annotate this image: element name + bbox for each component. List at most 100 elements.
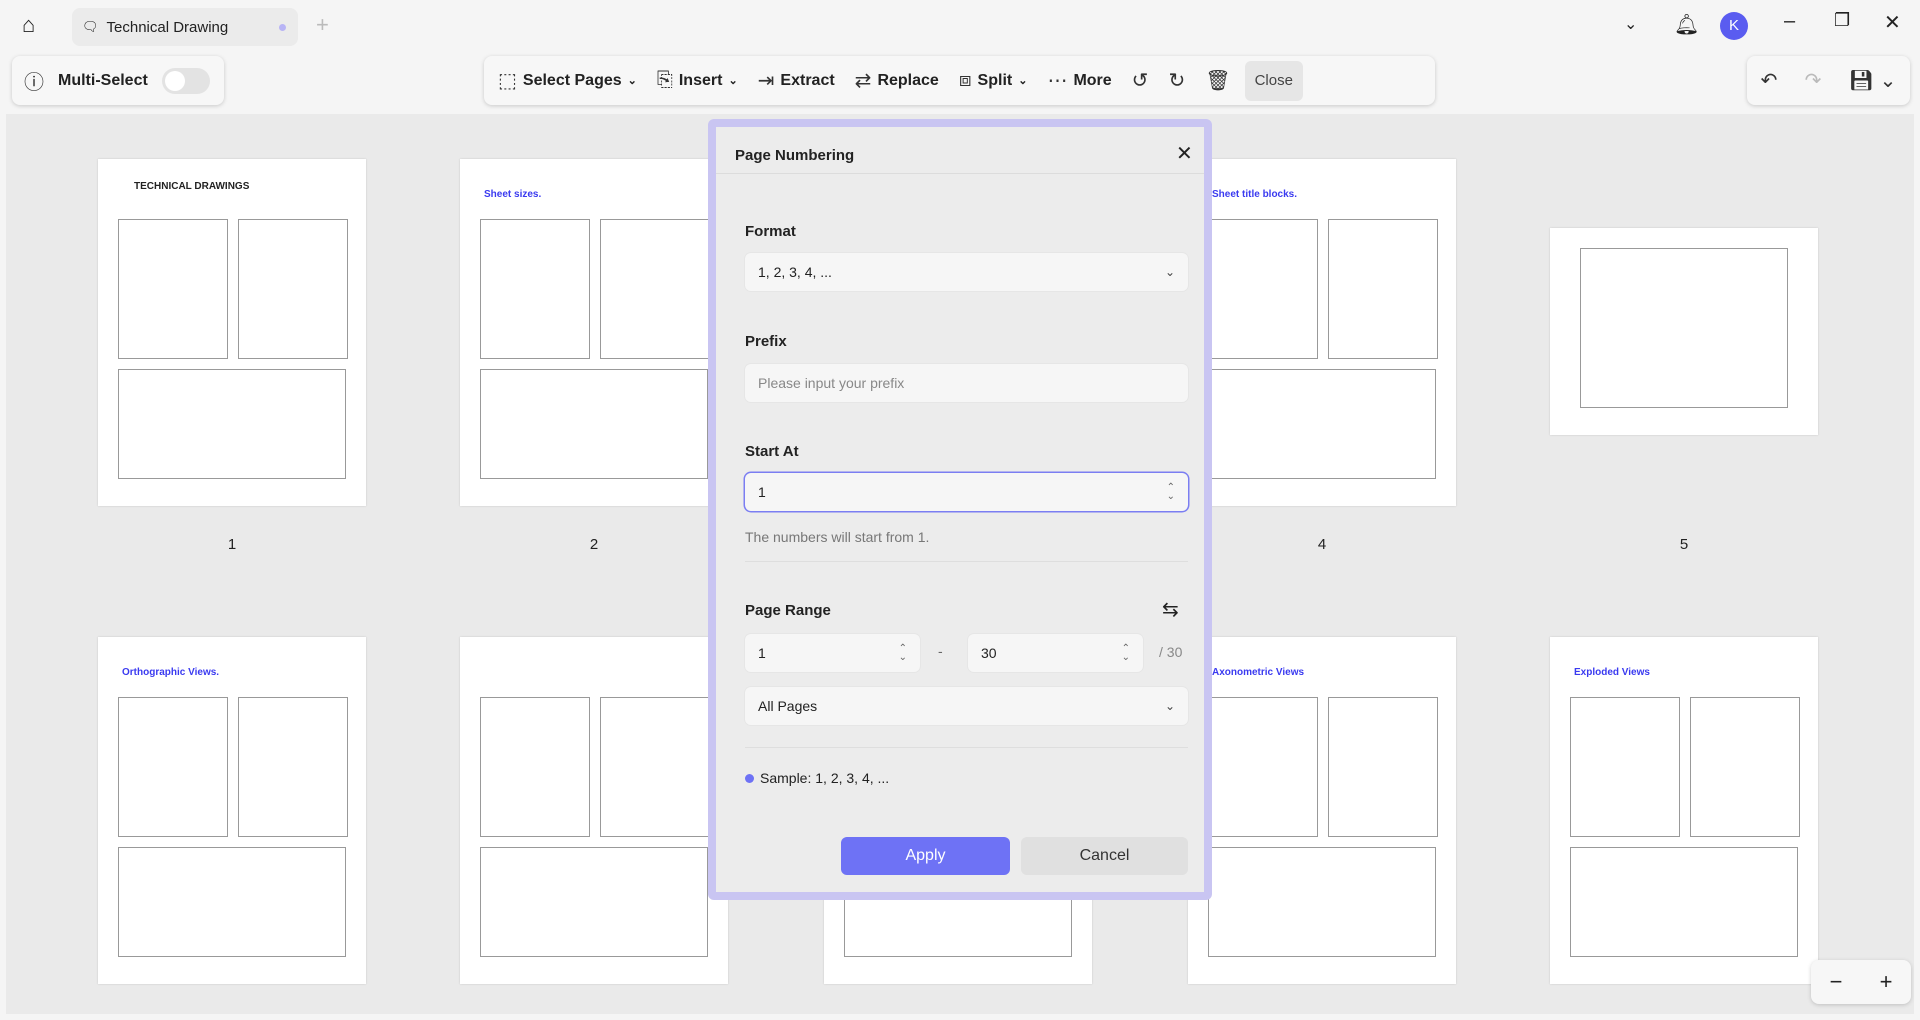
page-thumbnail[interactable]: Exploded Views [1550, 637, 1818, 984]
multi-select-toggle[interactable] [161, 67, 210, 94]
comment-icon: 🗨 [82, 19, 99, 34]
page-number: 1 [227, 536, 237, 553]
dialog-title: Page Numbering [735, 147, 855, 164]
sample-preview: Sample: 1, 2, 3, 4, ... [745, 770, 889, 786]
home-icon[interactable]: ⌂ [22, 12, 35, 38]
drawing-sketch [118, 847, 346, 957]
redo-icon[interactable]: ↷ [1805, 68, 1822, 93]
save-icon[interactable]: 💾︎ ⌄ [1849, 68, 1897, 93]
start-at-label: Start At [745, 443, 799, 460]
prefix-input[interactable]: Please input your prefix [745, 364, 1188, 402]
page-thumbnail[interactable]: Axonometric Views [1188, 637, 1456, 984]
drawing-sketch [1570, 697, 1680, 837]
insert-icon: ⎘ [656, 69, 673, 91]
range-total: / 30 [1159, 644, 1183, 660]
document-tab[interactable]: 🗨 Technical Drawing [72, 8, 298, 46]
restore-button[interactable]: ❐ [1834, 10, 1850, 31]
drawing-sketch [118, 697, 228, 837]
chevron-down-icon: ⌄ [1164, 699, 1175, 713]
stepper-icon: ⌃ ⌄ [1121, 643, 1130, 663]
drawing-sketch [480, 369, 708, 479]
main-toolbar: ⬚ Select Pages ⌄ ⎘ Insert ⌄ ⇥ Extract ⇄ Replac… [484, 56, 1435, 105]
drawing-sketch [600, 219, 710, 359]
page-heading: TECHNICAL DRAWINGS [134, 181, 250, 192]
format-label: Format [745, 223, 796, 240]
format-select[interactable]: 1, 2, 3, 4, ... ⌄ [745, 253, 1188, 291]
drawing-sketch [1208, 697, 1318, 837]
drawing-sketch [1328, 697, 1438, 837]
range-to-input[interactable]: 30 ⌃ ⌄ [968, 634, 1143, 672]
undo-icon[interactable]: ↶ [1761, 68, 1778, 93]
close-icon[interactable]: ✕ [1176, 141, 1193, 166]
start-hint: The numbers will start from 1. [745, 529, 930, 545]
rotate-right-icon: ↻ [1168, 70, 1186, 92]
page-heading: Sheet sizes. [484, 189, 542, 200]
page-thumbnail[interactable]: Sheet sizes. [460, 159, 728, 506]
page-thumbnail[interactable] [460, 637, 728, 984]
range-swap-icon[interactable]: ⇆ [1162, 597, 1179, 622]
page-heading: Sheet title blocks. [1212, 189, 1298, 200]
multi-select-label: Multi-Select [58, 71, 148, 89]
page-number: 2 [589, 536, 599, 553]
page-thumbnail[interactable]: Orthographic Views. [98, 637, 366, 984]
range-dash: - [938, 643, 943, 659]
delete-button[interactable]: 🗑︎ [1195, 61, 1240, 101]
replace-icon: ⇄ [854, 70, 872, 92]
range-from-input[interactable]: 1 ⌃ ⌄ [745, 634, 920, 672]
close-toolbar-button[interactable]: Close [1244, 60, 1303, 101]
close-window-button[interactable]: ✕ [1884, 10, 1901, 35]
split-icon: ⧈ [958, 69, 972, 91]
page-heading: Orthographic Views. [122, 667, 220, 678]
page-thumbnail[interactable]: TECHNICAL DRAWINGS [98, 159, 366, 506]
page-heading: Axonometric Views [1212, 667, 1305, 678]
stepper-icon: ⌃ ⌄ [898, 643, 907, 663]
replace-button[interactable]: ⇄ Replace [845, 61, 949, 101]
more-button[interactable]: ⋯ More [1037, 61, 1121, 101]
zoom-out-button[interactable]: − [1830, 969, 1843, 995]
prefix-label: Prefix [745, 333, 787, 350]
page-thumbnail[interactable] [1550, 228, 1818, 435]
extract-button[interactable]: ⇥ Extract [748, 61, 845, 101]
more-icon: ⋯ [1047, 70, 1068, 92]
chevron-down-icon: ⌄ [1164, 265, 1175, 279]
minimize-button[interactable]: – [1784, 10, 1795, 33]
drawing-sketch [1208, 219, 1318, 359]
drawing-sketch [480, 697, 590, 837]
drawing-sketch [238, 219, 348, 359]
page-numbering-dialog: Page Numbering ✕ Format 1, 2, 3, 4, ... ⌄… [708, 119, 1212, 900]
avatar[interactable]: K [1720, 12, 1748, 40]
drawing-sketch [118, 369, 346, 479]
stepper-icon: ⌃ ⌄ [1166, 482, 1175, 502]
split-button[interactable]: ⧈ Split ⌄ [949, 61, 1038, 101]
page-number: 5 [1679, 536, 1689, 553]
sample-dot [745, 773, 754, 783]
drawing-sketch [118, 219, 228, 359]
drawing-sketch [238, 697, 348, 837]
apply-button[interactable]: Apply [841, 837, 1010, 875]
chevron-down-icon[interactable]: ⌄ [1624, 14, 1637, 34]
drawing-sketch [1208, 847, 1436, 957]
range-mode-select[interactable]: All Pages ⌄ [745, 687, 1188, 725]
unsaved-dot [279, 23, 286, 31]
rotate-left-button[interactable]: ↺ [1122, 61, 1159, 101]
bell-icon[interactable]: 🔔︎ [1674, 12, 1699, 37]
page-thumbnail[interactable]: Sheet title blocks. [1188, 159, 1456, 506]
new-tab-button[interactable]: + [316, 12, 329, 38]
rotate-left-icon: ↺ [1131, 70, 1149, 92]
zoom-in-button[interactable]: + [1880, 969, 1893, 995]
drawing-sketch [480, 847, 708, 957]
select-pages-button[interactable]: ⬚ Select Pages ⌄ [488, 61, 647, 101]
drawing-sketch [600, 697, 710, 837]
extract-icon: ⇥ [757, 70, 775, 92]
right-toolbar: ↶ ↷ 💾︎ ⌄ [1747, 56, 1910, 105]
drawing-sketch [1690, 697, 1800, 837]
left-toolbar: ⓘ Multi-Select [12, 56, 224, 105]
drawing-sketch [1580, 248, 1788, 408]
page-range-label: Page Range [745, 602, 831, 619]
start-at-input[interactable]: 1 ⌃ ⌄ [745, 473, 1188, 511]
rotate-right-button[interactable]: ↻ [1158, 61, 1195, 101]
help-icon[interactable]: ⓘ [24, 66, 44, 95]
insert-button[interactable]: ⎘ Insert ⌄ [647, 61, 748, 101]
tab-title: Technical Drawing [106, 18, 229, 36]
cancel-button[interactable]: Cancel [1021, 837, 1188, 875]
